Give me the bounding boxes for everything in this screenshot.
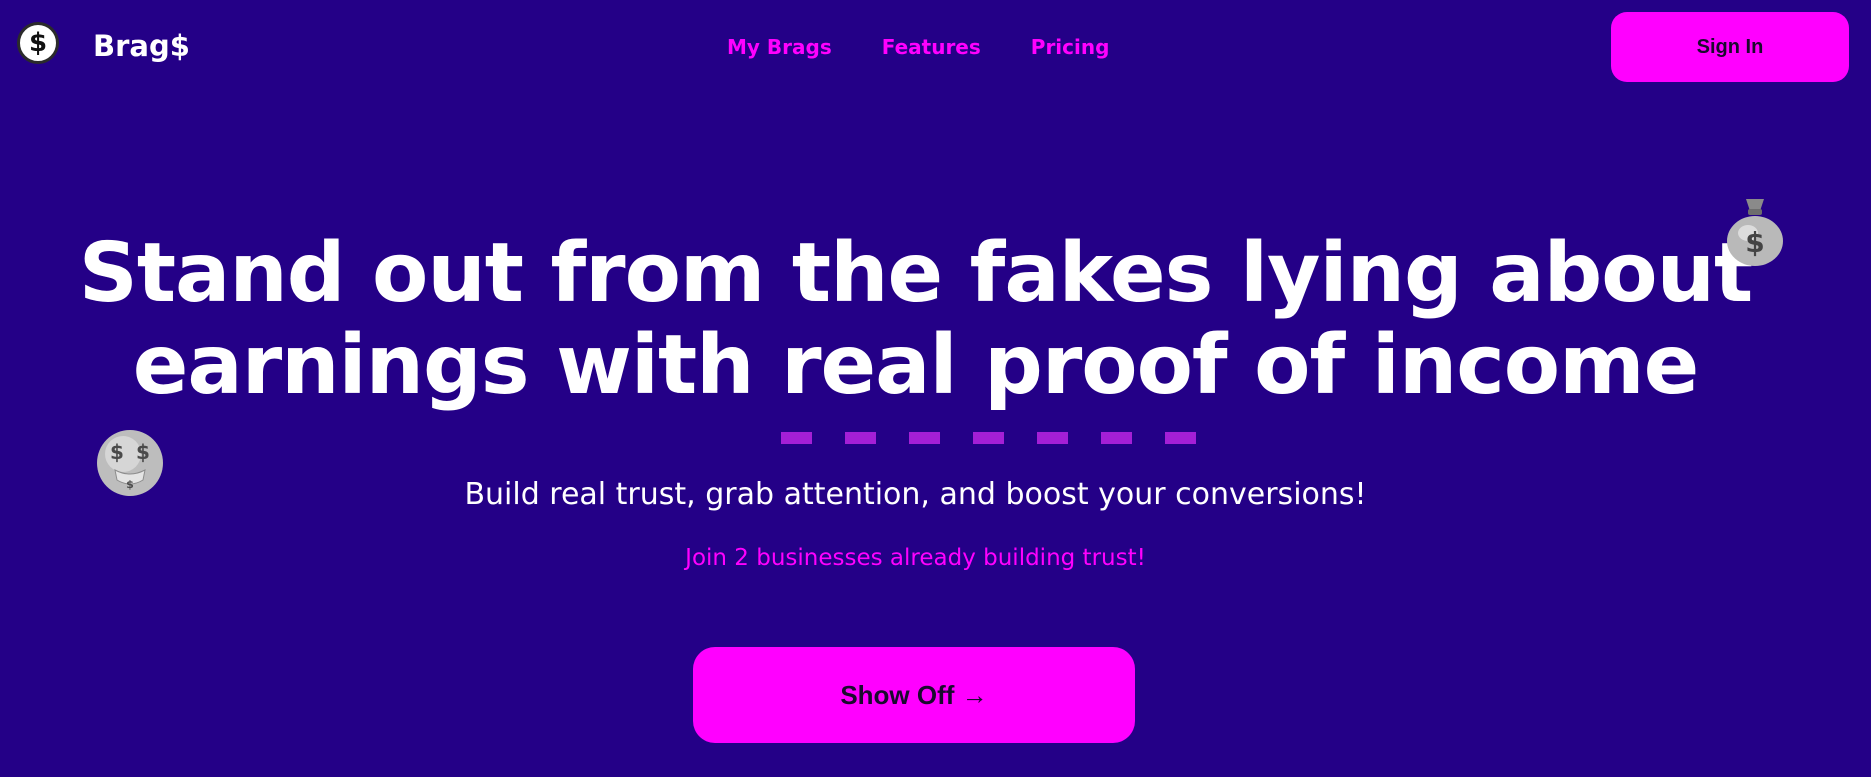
dollar-coin-icon[interactable]: $ bbox=[17, 22, 59, 64]
hero-headline-line-2: earnings with real proof of income bbox=[132, 318, 1699, 413]
hero-subtitle: Build real trust, grab attention, and bo… bbox=[464, 477, 1367, 512]
money-bag-icon: $ bbox=[1727, 199, 1783, 266]
dashed-underline bbox=[781, 432, 1229, 444]
social-proof-text: Join 2 businesses already building trust… bbox=[685, 545, 1146, 571]
nav-item-my-brags[interactable]: My Brags bbox=[727, 33, 832, 61]
hero-headline-line-1: Stand out from the fakes lying about bbox=[78, 226, 1753, 321]
show-off-button[interactable]: Show Off → bbox=[693, 647, 1135, 743]
nav-item-pricing[interactable]: Pricing bbox=[1031, 33, 1110, 61]
brand-name[interactable]: Brag$ bbox=[93, 28, 190, 64]
sign-in-button[interactable]: Sign In bbox=[1611, 12, 1849, 82]
svg-text:$: $ bbox=[136, 440, 150, 464]
hero-headline: Stand out from the fakes lying about ear… bbox=[0, 228, 1831, 412]
logo-symbol: $ bbox=[28, 28, 48, 58]
svg-text:$: $ bbox=[1745, 226, 1764, 259]
svg-text:$: $ bbox=[110, 440, 124, 464]
nav-item-features[interactable]: Features bbox=[882, 33, 981, 61]
main-nav: My Brags Features Pricing bbox=[727, 33, 1109, 61]
landing-page: $ Brag$ My Brags Features Pricing Sign I… bbox=[0, 0, 1871, 777]
